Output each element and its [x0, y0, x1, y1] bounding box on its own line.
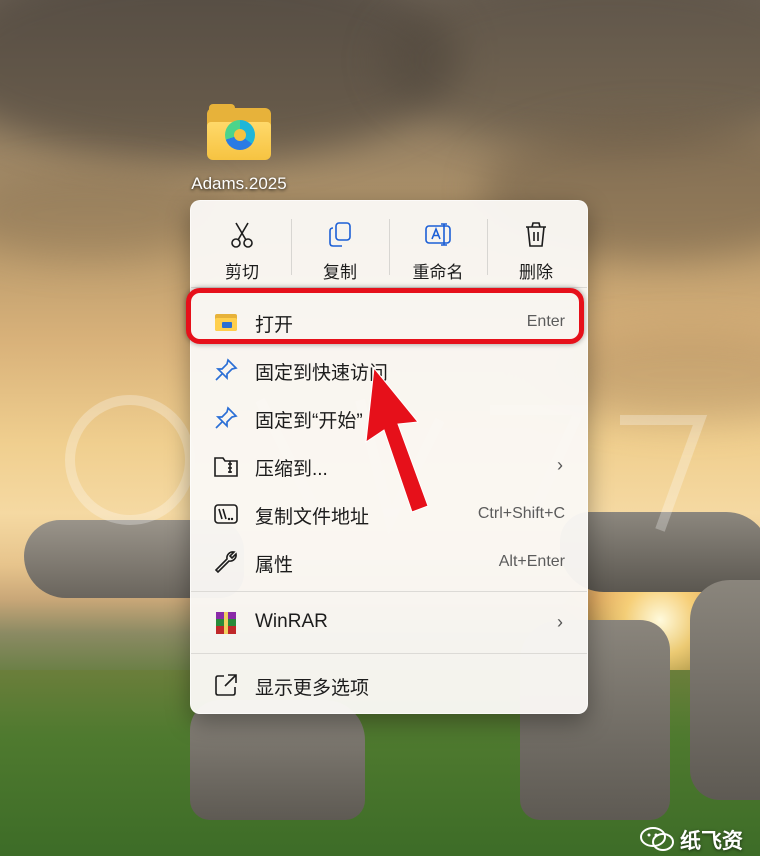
share-icon [215, 674, 237, 696]
menu-item-label: WinRAR [255, 611, 328, 632]
menu-item-properties[interactable]: 属性 Alt+Enter [191, 537, 587, 585]
edge-folder-icon [207, 104, 271, 160]
pin-icon [215, 406, 238, 429]
shortcut-text: Ctrl+Shift+C [477, 505, 565, 522]
menu-item-winrar[interactable]: WinRAR › [191, 598, 587, 646]
cut-button[interactable]: 剪切 [193, 215, 291, 282]
chevron-right-icon: › [557, 455, 563, 475]
copy-icon [329, 222, 351, 247]
winrar-icon [216, 612, 236, 634]
pin-icon [215, 358, 238, 381]
menu-divider [191, 653, 587, 654]
rename-icon [425, 223, 451, 246]
rename-label: 重命名 [412, 263, 464, 282]
zip-folder-icon [214, 457, 238, 477]
wechat-icon [640, 827, 674, 851]
menu-item-label: 属性 [255, 555, 294, 576]
chevron-right-icon: › [557, 612, 563, 632]
watermark-text: 纸飞资 [680, 830, 743, 853]
menu-item-show-more-options[interactable]: 显示更多选项 [191, 660, 587, 708]
menu-divider [191, 591, 587, 592]
rename-button[interactable]: 重命名 [389, 215, 487, 282]
menu-item-label: 压缩到... [255, 459, 328, 480]
shortcut-text: Alt+Enter [498, 553, 565, 570]
delete-label: 删除 [519, 263, 553, 282]
copy-path-icon [214, 504, 238, 524]
standing-stone [190, 700, 365, 820]
wrench-icon [214, 551, 237, 574]
quick-actions-row: 剪切 复制 重命名 删除 [191, 201, 587, 287]
menu-item-label: 显示更多选项 [255, 678, 370, 699]
delete-button[interactable]: 删除 [487, 215, 585, 282]
red-arrow-icon [365, 366, 429, 513]
copy-label: 复制 [323, 263, 357, 282]
highlight-box [186, 288, 584, 344]
standing-stone [690, 580, 760, 800]
copy-button[interactable]: 复制 [291, 215, 389, 282]
cut-label: 剪切 [225, 263, 259, 282]
trash-icon [526, 222, 546, 247]
desktop-folder-shortcut[interactable]: Adams.2025 [180, 102, 298, 194]
desktop-icon-label: Adams.2025 [191, 174, 287, 193]
scissors-icon [231, 222, 253, 248]
